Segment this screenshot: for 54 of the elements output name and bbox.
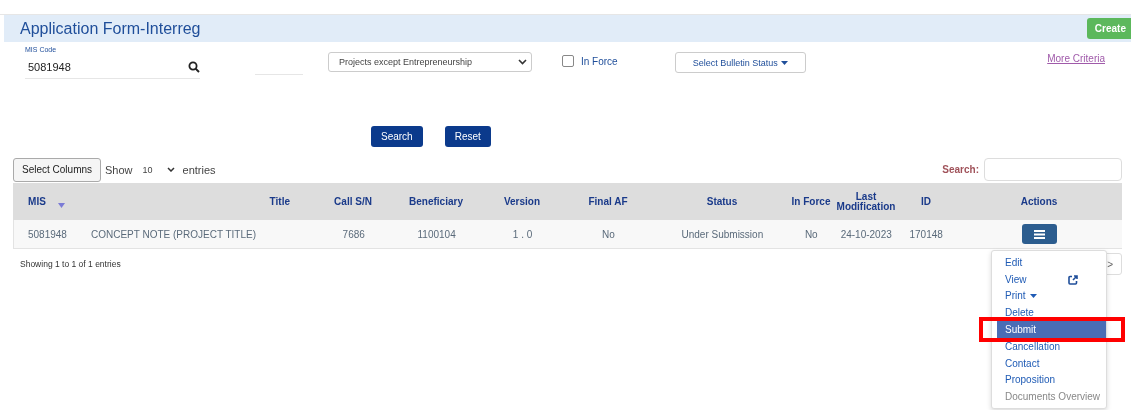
external-link-icon (1068, 274, 1078, 285)
entries-label: entries (182, 163, 216, 176)
table-cell: 1100104 (417, 228, 456, 240)
column-header[interactable]: Beneficiary (409, 196, 463, 207)
column-header[interactable]: ID (921, 196, 931, 207)
menu-item[interactable]: Edit (992, 254, 1106, 271)
column-header[interactable]: Version (503, 196, 541, 207)
table-cell: CONCEPT NOTE (PROJECT TITLE) (90, 228, 256, 240)
menu-item[interactable]: Submit (997, 321, 1106, 338)
column-header[interactable]: Title (269, 196, 290, 207)
page-title: Application Form-Interreg (20, 19, 201, 38)
column-header[interactable]: Status (706, 196, 738, 207)
table-cell: Under Submission (681, 228, 764, 240)
action-button[interactable]: Reset (444, 126, 491, 147)
mis-code-field[interactable]: 5081948 (25, 61, 171, 73)
menu-item[interactable]: Print (992, 287, 1106, 305)
column-header[interactable]: Actions (1020, 196, 1058, 207)
column-header[interactable]: Call S/N (334, 196, 372, 207)
column-header[interactable]: Last Modification (836, 191, 896, 212)
sort-icon[interactable] (57, 203, 65, 208)
table-cell: No (602, 228, 615, 240)
table-cell: 170148 (909, 228, 943, 240)
page-size-dropdown[interactable]: 10 (142, 164, 179, 175)
caret-icon (780, 60, 788, 65)
menu-item[interactable]: View (992, 270, 1106, 288)
menu-item[interactable]: Proposition (992, 371, 1106, 389)
column-header[interactable]: MIS (28, 196, 46, 207)
table-cell: 24-10-2023 (840, 228, 892, 240)
table-cell: No (804, 228, 818, 240)
menu-item[interactable]: Contact (992, 354, 1106, 372)
project-type-dropdown[interactable]: Projects except Entrepreneurship (328, 52, 532, 72)
menu-button[interactable] (1021, 224, 1057, 244)
caret-icon (1029, 294, 1037, 298)
table-cell: 1 . 0 (512, 228, 533, 240)
column-header[interactable]: In Force (791, 196, 831, 207)
search-icon[interactable] (188, 61, 200, 73)
action-button[interactable]: Search (371, 126, 423, 147)
table-cell: 7686 (342, 228, 365, 240)
checkbox-label: In Force (581, 55, 618, 67)
bulletin-status-button[interactable]: Select Bulletin Status (674, 52, 806, 73)
menu-icon (1033, 229, 1045, 239)
menu-item[interactable]: Cancellation (992, 338, 1106, 355)
menu-item[interactable]: Delete (992, 304, 1106, 322)
show-label: Show (105, 163, 133, 176)
select-columns-button[interactable]: Select Columns (13, 157, 102, 182)
chevron-down-icon (518, 59, 527, 65)
more-criteria-link[interactable]: More Criteria (1047, 53, 1105, 64)
search-field[interactable] (984, 158, 1122, 181)
search-label: Search: (942, 164, 979, 175)
table-info: Showing 1 to 1 of 1 entries (20, 259, 121, 269)
column-header[interactable]: Final AF (588, 196, 628, 207)
table-cell: 5081948 (28, 228, 67, 240)
checkbox[interactable] (562, 55, 574, 67)
chevron-down-icon (166, 167, 175, 172)
